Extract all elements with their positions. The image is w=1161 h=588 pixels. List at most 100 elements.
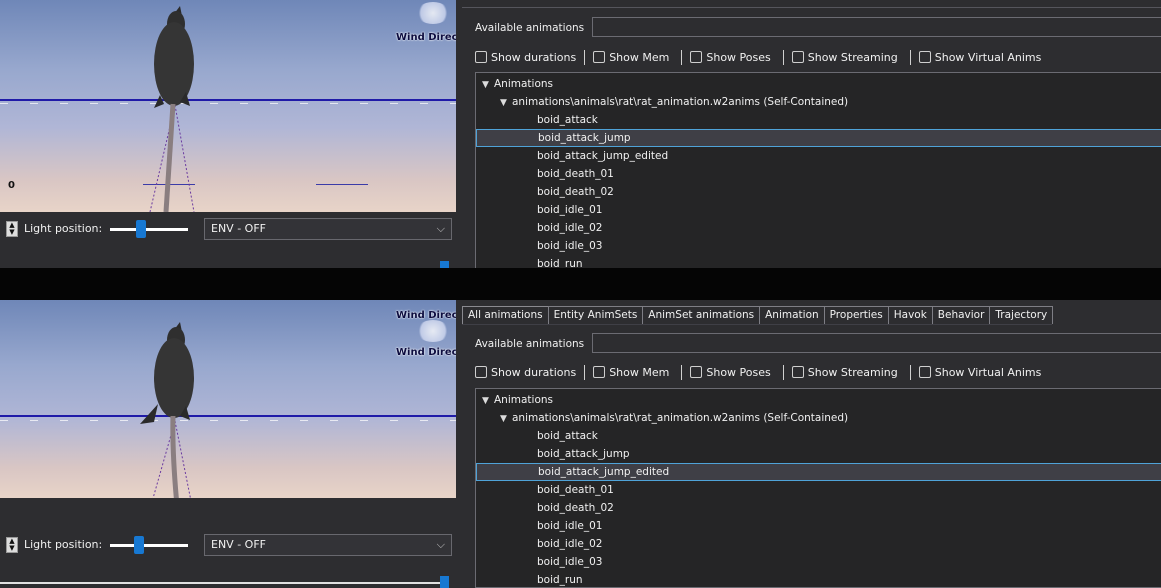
viewport-controls-bottom: ▲ ▼ Light position: ENV - OFF ⌵	[0, 530, 456, 560]
show-virtual-anims-label: Show Virtual Anims	[934, 50, 1042, 64]
separator	[909, 49, 911, 65]
tree-root-animations[interactable]: ▼ Animations	[476, 391, 1161, 409]
show-virtual-anims-checkbox[interactable]: Show Virtual Anims	[918, 50, 1042, 64]
tree-item[interactable]: boid_idle_01	[476, 201, 1161, 219]
env-select-value: ENV - OFF	[211, 538, 266, 551]
browser-tabs: All animations Entity AnimSets AnimSet a…	[462, 306, 1054, 325]
tree-item[interactable]: boid_attack	[476, 427, 1161, 445]
env-select[interactable]: ENV - OFF ⌵	[204, 218, 452, 240]
tree-item[interactable]: boid_attack_jump_edited	[476, 147, 1161, 165]
show-streaming-label: Show Streaming	[807, 365, 898, 379]
horizon-line	[0, 415, 456, 417]
tree-item[interactable]: boid_death_01	[476, 165, 1161, 183]
checkbox-icon	[593, 366, 606, 378]
tree-root-label: Animations	[494, 394, 554, 406]
show-streaming-label: Show Streaming	[807, 50, 898, 64]
animation-viewport-top[interactable]: Wind Direct 0	[0, 0, 456, 212]
show-virtual-anims-checkbox[interactable]: Show Virtual Anims	[918, 366, 1041, 379]
top-editor-panel: Wind Direct 0 ▲ ▼ Light position: ENV - O…	[0, 0, 1161, 268]
tree-item-selected[interactable]: boid_attack_jump_edited	[476, 463, 1161, 481]
tab-trajectory[interactable]: Trajectory	[989, 306, 1054, 324]
tree-item[interactable]: boid_run	[476, 571, 1161, 587]
tree-item-selected[interactable]: boid_attack_jump	[476, 129, 1161, 147]
tree-file-node[interactable]: ▼ animations\animals\rat\rat_animation.w2…	[476, 409, 1161, 427]
tree-item[interactable]: boid_death_02	[476, 183, 1161, 201]
env-select[interactable]: ENV - OFF ⌵	[204, 534, 452, 556]
rat-model-icon	[140, 322, 194, 498]
show-streaming-checkbox[interactable]: Show Streaming	[791, 50, 898, 64]
show-durations-checkbox[interactable]: Show durations	[475, 51, 576, 64]
tab-havok[interactable]: Havok	[887, 306, 933, 324]
tab-entity-animsets[interactable]: Entity AnimSets	[547, 306, 644, 324]
tab-animset-animations[interactable]: AnimSet animations	[642, 306, 761, 324]
available-animations-input[interactable]	[592, 333, 1161, 353]
light-spinner-icon[interactable]: ▲ ▼	[6, 221, 18, 237]
tree-item[interactable]: boid_idle_01	[476, 517, 1161, 535]
checkbox-icon	[690, 51, 703, 63]
tab-properties[interactable]: Properties	[823, 306, 889, 324]
show-mem-checkbox[interactable]: Show Mem	[593, 366, 669, 379]
tree-item[interactable]: boid_idle_02	[476, 535, 1161, 553]
filter-checkboxes: Show durations Show Mem Show Poses Show …	[475, 49, 1041, 65]
timeline-marker[interactable]	[440, 576, 449, 588]
animation-tree: ▼ Animations ▼ animations\animals\rat\rat_…	[475, 388, 1161, 588]
show-durations-label: Show durations	[491, 50, 577, 64]
available-animations-input[interactable]	[592, 17, 1161, 37]
wind-direction-label: Wind Direct	[396, 310, 456, 321]
bottom-editor-panel: Wind Direct Wind Direct 0 ▲▼ Light posit…	[0, 300, 1161, 588]
tab-behavior[interactable]: Behavior	[931, 306, 991, 324]
horizon-dashes	[0, 103, 456, 104]
compass-gizmo-icon	[416, 2, 450, 24]
chevron-down-icon: ▼	[482, 80, 489, 90]
light-spinner-icon[interactable]: ▲ ▼	[6, 537, 18, 553]
light-position-slider-track[interactable]	[110, 228, 188, 231]
show-mem-label: Show Mem	[609, 365, 670, 379]
horizon-line	[0, 99, 456, 101]
show-streaming-checkbox[interactable]: Show Streaming	[791, 365, 898, 379]
timeline-marker[interactable]	[440, 261, 449, 268]
axis-zero-label: 0	[8, 180, 15, 191]
animation-tree: ▼ Animations ▼ animations\animals\rat\rat_…	[475, 72, 1161, 268]
show-poses-checkbox[interactable]: Show Poses	[690, 50, 771, 64]
show-poses-label: Show Poses	[706, 50, 771, 64]
show-durations-checkbox[interactable]: Show durations	[475, 366, 576, 379]
viewport-controls-top: ▲ ▼ Light position: ENV - OFF ⌵	[0, 214, 456, 244]
tab-animation[interactable]: Animation	[759, 306, 825, 324]
timeline-track[interactable]	[0, 582, 440, 584]
light-position-slider-track[interactable]	[110, 544, 188, 547]
checkbox-icon	[475, 366, 487, 378]
animation-viewport-bottom[interactable]: Wind Direct Wind Direct 0	[0, 300, 456, 498]
chevron-down-icon: ▼	[482, 396, 489, 406]
separator	[782, 364, 784, 380]
tree-item[interactable]: boid_idle_02	[476, 219, 1161, 237]
show-poses-checkbox[interactable]: Show Poses	[690, 366, 771, 379]
separator	[782, 49, 784, 65]
tree-root-animations[interactable]: ▼ Animations	[476, 75, 1161, 93]
ground-marker	[316, 184, 368, 185]
chevron-down-icon: ⌵	[436, 222, 445, 235]
tree-item[interactable]: boid_attack_jump	[476, 445, 1161, 463]
tab-all-animations[interactable]: All animations	[462, 306, 549, 324]
tree-item[interactable]: boid_idle_03	[476, 237, 1161, 255]
light-position-slider-thumb[interactable]	[134, 536, 144, 554]
tree-file-label: animations\animals\rat\rat_animation.w2a…	[512, 96, 849, 108]
checkbox-icon	[475, 51, 487, 63]
tree-file-node[interactable]: ▼ animations\animals\rat\rat_animation.w2…	[476, 93, 1161, 111]
show-durations-label: Show durations	[491, 365, 577, 379]
tree-item[interactable]: boid_run	[476, 255, 1161, 268]
available-animations-label: Available animations	[475, 22, 585, 34]
tree-item[interactable]: boid_death_01	[476, 481, 1161, 499]
separator	[584, 364, 586, 380]
light-position-label: Light position:	[24, 538, 103, 551]
tree-item[interactable]: boid_death_02	[476, 499, 1161, 517]
separator	[681, 49, 683, 65]
checkbox-icon	[918, 366, 931, 378]
show-mem-checkbox[interactable]: Show Mem	[593, 51, 669, 64]
available-animations-label: Available animations	[475, 338, 585, 350]
light-position-slider-thumb[interactable]	[136, 220, 146, 238]
tree-item[interactable]: boid_attack	[476, 111, 1161, 129]
separator	[584, 49, 586, 65]
tree-item[interactable]: boid_idle_03	[476, 553, 1161, 571]
chevron-down-icon: ▼	[500, 98, 507, 108]
env-select-value: ENV - OFF	[211, 222, 266, 235]
